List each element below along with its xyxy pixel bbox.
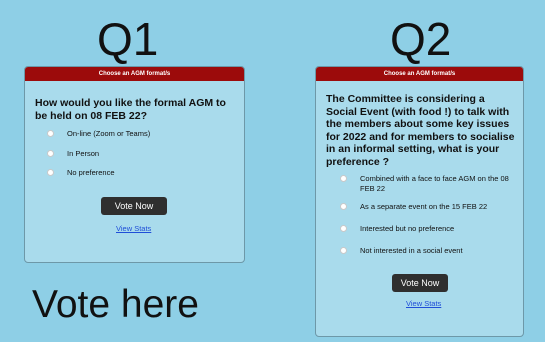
radio-button[interactable]	[340, 203, 347, 210]
option-label: Interested but no preference	[360, 224, 455, 233]
poll-2-options: Combined with a face to face AGM on the …	[340, 174, 523, 259]
poll-1-header: Choose an AGM format/s	[25, 67, 244, 81]
option-label: No preference	[67, 168, 115, 177]
poll-1-option-no-preference[interactable]: No preference	[47, 168, 244, 188]
option-label: As a separate event on the 15 FEB 22	[360, 202, 488, 211]
poll-1-panel: Choose an AGM format/s How would you lik…	[24, 66, 245, 263]
option-label: On-line (Zoom or Teams)	[67, 129, 151, 138]
option-label: Not interested in a social event	[360, 246, 463, 255]
option-label: In Person	[67, 148, 100, 158]
radio-button[interactable]	[47, 130, 54, 137]
option-label: Combined with a face to face AGM on the …	[360, 174, 509, 193]
poll-2-vote-button[interactable]: Vote Now	[392, 274, 448, 292]
poll-2-question: The Committee is considering a Social Ev…	[326, 93, 515, 168]
poll-2-view-stats-link[interactable]: View Stats	[406, 299, 441, 308]
poll-1-option-in-person[interactable]: In Person	[47, 149, 244, 169]
poll-1-view-stats-link[interactable]: View Stats	[116, 224, 151, 233]
poll-2-panel: Choose an AGM format/s The Committee is …	[315, 66, 524, 337]
poll-2-option-separate-event[interactable]: As a separate event on the 15 FEB 22	[340, 202, 523, 215]
radio-button[interactable]	[340, 225, 347, 232]
radio-button[interactable]	[47, 149, 54, 157]
poll-1-option-online[interactable]: On-line (Zoom or Teams)	[47, 129, 244, 149]
vote-here-caption: Vote here	[32, 283, 199, 326]
poll-1-vote-button[interactable]: Vote Now	[101, 197, 167, 215]
q1-label: Q1	[97, 13, 159, 65]
radio-button[interactable]	[340, 247, 347, 254]
poll-2-option-no-preference[interactable]: Interested but no preference	[340, 224, 523, 237]
poll-2-header: Choose an AGM format/s	[316, 67, 523, 81]
radio-button[interactable]	[340, 175, 347, 182]
poll-1-options: On-line (Zoom or Teams) In Person No pre…	[47, 129, 244, 188]
poll-1-question: How would you like the formal AGM to be …	[35, 97, 226, 122]
radio-button[interactable]	[47, 169, 54, 176]
poll-2-option-not-interested[interactable]: Not interested in a social event	[340, 246, 523, 259]
poll-2-option-combined-agm[interactable]: Combined with a face to face AGM on the …	[340, 174, 523, 193]
q2-label: Q2	[390, 13, 452, 65]
